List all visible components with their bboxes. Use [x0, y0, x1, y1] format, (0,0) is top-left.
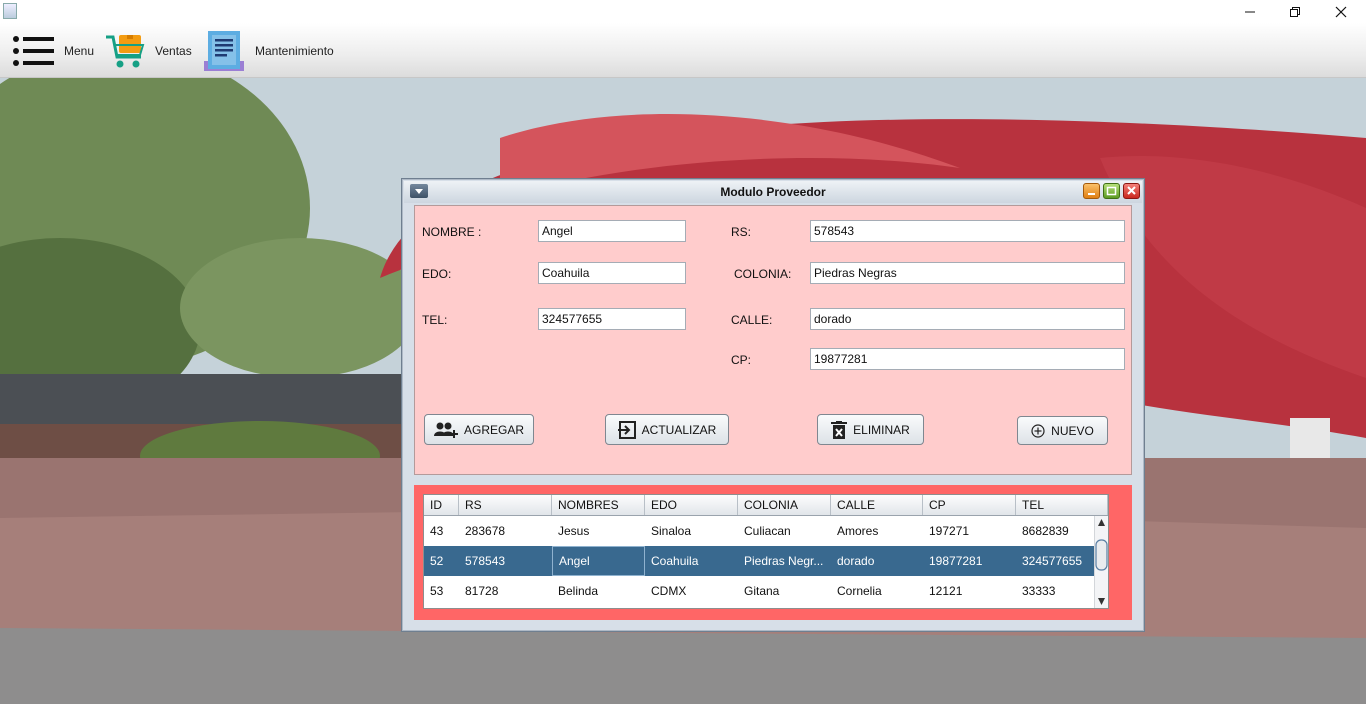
nombre-input[interactable]: [538, 220, 686, 242]
frame-minimize-button[interactable]: [1083, 183, 1100, 199]
ventas-label: Ventas: [155, 43, 192, 58]
menu-bar: Menu Ventas Mantenimiento: [0, 23, 1366, 78]
form-panel: NOMBRE : RS: EDO: COLONIA: TEL: CALLE: C…: [414, 205, 1132, 475]
modulo-proveedor-frame: Modulo Proveedor NOMBRE : RS: EDO: COLON…: [401, 178, 1145, 632]
close-icon: [1127, 186, 1136, 195]
cell-nombres: Jesus: [558, 524, 590, 538]
column-header-cp[interactable]: CP: [923, 495, 1016, 515]
trash-icon: [831, 420, 848, 439]
menu-item-ventas[interactable]: Ventas: [105, 23, 192, 78]
cell-id: 43: [430, 524, 444, 538]
calle-label: CALLE:: [731, 313, 773, 327]
cell-edo: Coahuila: [651, 554, 699, 568]
cell-rs: 283678: [465, 524, 506, 538]
cp-label: CP:: [731, 353, 752, 367]
java-app-icon: [3, 3, 17, 19]
colonia-input[interactable]: [810, 262, 1125, 284]
nuevo-button[interactable]: NUEVO: [1017, 416, 1108, 445]
menu-item-menu[interactable]: Menu: [12, 23, 94, 78]
cell-cp: 19877281: [929, 554, 983, 568]
close-button[interactable]: [1318, 0, 1364, 23]
cell-cp: 12121: [929, 584, 963, 598]
edo-label: EDO:: [422, 267, 452, 281]
cell-id: 53: [430, 584, 444, 598]
table-row[interactable]: 43 283678 Jesus Sinaloa Culiacan Amores …: [424, 516, 1108, 546]
nuevo-label: NUEVO: [1051, 423, 1094, 438]
scroll-down-arrow-icon[interactable]: [1098, 598, 1105, 605]
menu-label: Menu: [64, 43, 95, 58]
column-header-colonia[interactable]: COLONIA: [738, 495, 831, 515]
tel-label: TEL:: [422, 313, 448, 327]
column-header-nombres[interactable]: NOMBRES: [552, 495, 645, 515]
cell-edo: CDMX: [651, 584, 687, 598]
table-row[interactable]: 53 81728 Belinda CDMX Gitana Cornelia 12…: [424, 576, 1108, 606]
column-header-id[interactable]: ID: [424, 495, 459, 515]
cell-edo: Sinaloa: [651, 524, 692, 538]
add-user-icon: [433, 422, 458, 438]
cell-nombres: Belinda: [558, 584, 599, 598]
maximize-icon: [1106, 186, 1117, 196]
restore-button[interactable]: [1272, 0, 1318, 23]
frame-titlebar[interactable]: Modulo Proveedor: [404, 181, 1142, 203]
nombre-label: NOMBRE :: [422, 225, 482, 239]
shopping-cart-icon: [106, 34, 145, 67]
scrollbar-thumb[interactable]: [1095, 539, 1108, 571]
cell-nombres: Angel: [552, 546, 645, 576]
cp-input[interactable]: [810, 348, 1125, 370]
agregar-button[interactable]: AGREGAR: [424, 414, 534, 445]
window-titlebar: [0, 0, 1366, 23]
sign-in-icon: [617, 420, 636, 439]
eliminar-button[interactable]: ELIMINAR: [817, 414, 924, 445]
calle-input[interactable]: [810, 308, 1125, 330]
column-header-edo[interactable]: EDO: [645, 495, 738, 515]
hamburger-icon: [13, 35, 54, 66]
cell-calle: dorado: [837, 554, 875, 568]
frame-title: Modulo Proveedor: [720, 185, 826, 199]
agregar-label: AGREGAR: [463, 422, 524, 437]
cell-calle: Cornelia: [837, 584, 882, 598]
mantenimiento-label: Mantenimiento: [255, 43, 334, 58]
cell-colonia: Piedras Negr...: [744, 554, 824, 568]
rs-input[interactable]: [810, 220, 1125, 242]
frame-close-button[interactable]: [1123, 183, 1140, 199]
eliminar-label: ELIMINAR: [853, 422, 910, 437]
table-panel: ID RS NOMBRES EDO COLONIA CALLE CP TEL 4…: [414, 485, 1132, 620]
actualizar-label: ACTUALIZAR: [641, 422, 717, 437]
rs-label: RS:: [731, 225, 752, 239]
table-row-selected[interactable]: 52 578543 Angel Coahuila Piedras Negr...…: [424, 546, 1108, 576]
actualizar-button[interactable]: ACTUALIZAR: [605, 414, 729, 445]
scrollbar-track: [1095, 519, 1108, 605]
cell-calle: Amores: [837, 524, 879, 538]
column-header-calle[interactable]: CALLE: [831, 495, 923, 515]
document-icon: [204, 30, 244, 71]
frame-maximize-button[interactable]: [1103, 183, 1120, 199]
tel-input[interactable]: [538, 308, 686, 330]
colonia-label: COLONIA:: [734, 267, 792, 281]
cell-colonia: Culiacan: [744, 524, 791, 538]
cell-cp: 197271: [929, 524, 970, 538]
minimize-icon: [1245, 11, 1255, 12]
table-header: ID RS NOMBRES EDO COLONIA CALLE CP TEL: [424, 495, 1108, 516]
proveedores-table[interactable]: ID RS NOMBRES EDO COLONIA CALLE CP TEL 4…: [423, 494, 1109, 609]
column-header-rs[interactable]: RS: [459, 495, 552, 515]
cell-rs: 81728: [465, 584, 499, 598]
cell-colonia: Gitana: [744, 584, 780, 598]
column-header-tel[interactable]: TEL: [1016, 495, 1108, 515]
minimize-icon: [1088, 193, 1095, 195]
restore-icon: [1290, 6, 1300, 17]
close-icon: [1335, 6, 1347, 17]
edo-input[interactable]: [538, 262, 686, 284]
menu-item-mantenimiento[interactable]: Mantenimiento: [203, 23, 334, 78]
cell-rs: 578543: [465, 554, 506, 568]
minimize-button[interactable]: [1227, 0, 1273, 23]
table-vertical-scrollbar[interactable]: [1094, 516, 1108, 608]
cell-id: 52: [430, 554, 444, 568]
plus-circle-icon: [1031, 423, 1045, 438]
scroll-up-arrow-icon[interactable]: [1098, 519, 1105, 526]
